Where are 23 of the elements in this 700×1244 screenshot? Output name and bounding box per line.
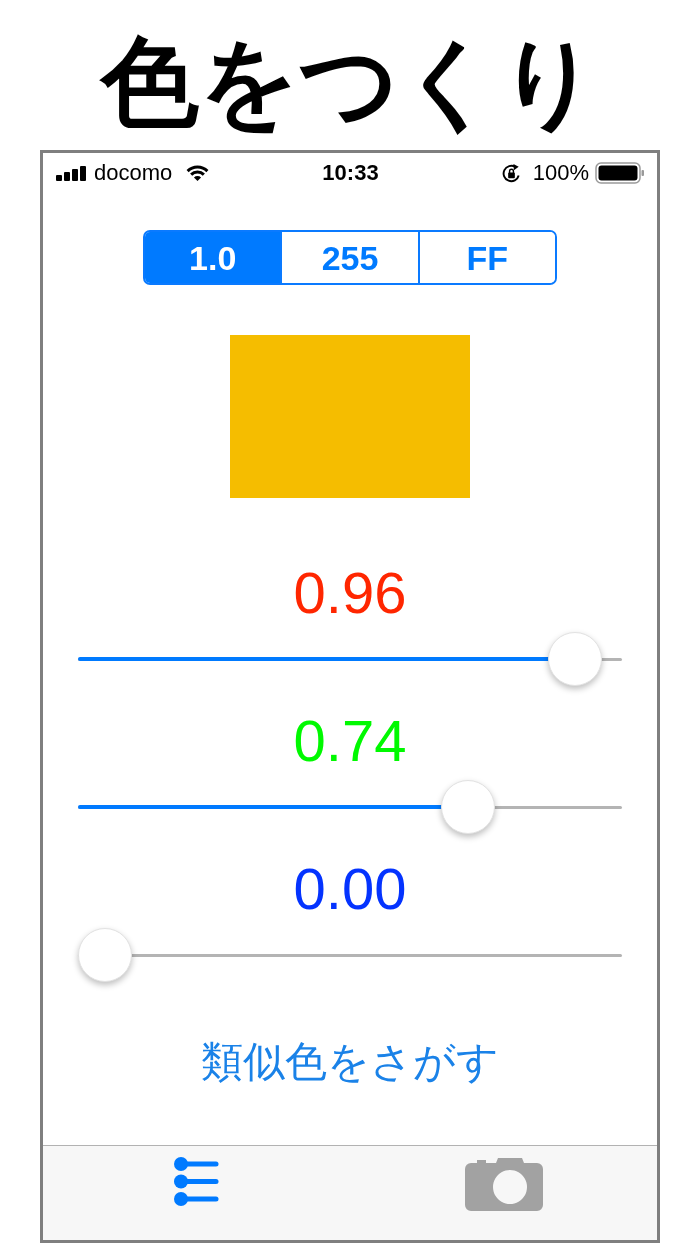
slider-thumb[interactable] xyxy=(548,632,603,686)
slider-thumb[interactable] xyxy=(440,780,495,834)
tab-button[interactable] xyxy=(173,1156,220,1207)
camera-icon xyxy=(464,1157,543,1211)
slider-thumb[interactable] xyxy=(78,928,132,982)
battery-percentage: 100% xyxy=(532,162,589,184)
tab-button[interactable] xyxy=(463,1156,544,1212)
slider-value: 0.96 xyxy=(293,561,407,625)
sliders-icon xyxy=(174,1157,219,1206)
segment-tab[interactable]: FF xyxy=(417,232,555,283)
segment-tab[interactable]: 1.0 xyxy=(145,232,281,283)
status-time: 10:33 xyxy=(322,162,379,184)
slider-track[interactable] xyxy=(78,632,622,686)
carrier-name: docomo xyxy=(94,162,173,184)
slider-track[interactable] xyxy=(78,928,622,982)
slider-track[interactable] xyxy=(78,780,622,834)
signal-icon xyxy=(56,165,87,181)
slider-value: 0.00 xyxy=(293,857,407,921)
wifi-icon xyxy=(185,164,211,182)
page-title: 色をつくり xyxy=(101,32,599,139)
find-similar-colors-button[interactable]: 類似色をさがす xyxy=(201,1034,499,1090)
battery-icon xyxy=(595,162,645,184)
slider-value: 0.74 xyxy=(293,709,407,773)
